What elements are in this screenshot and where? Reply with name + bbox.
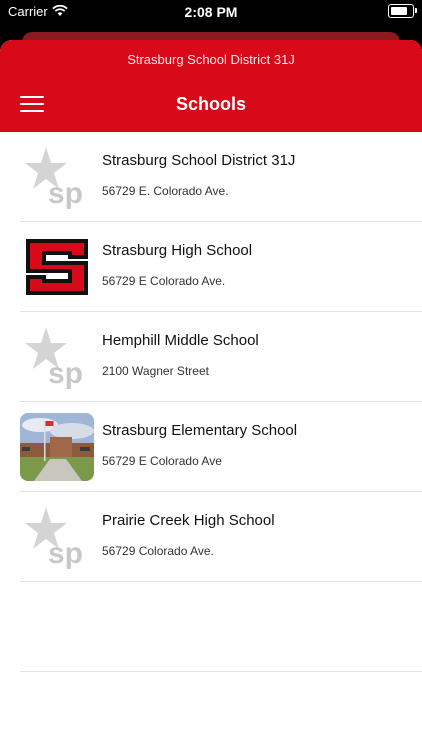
clock: 2:08 PM [184,4,238,20]
header: Strasburg School District 31J Schools [0,40,422,132]
list-item[interactable]: Strasburg Elementary School 56729 E Colo… [20,402,422,492]
school-name: Strasburg High School [102,242,253,259]
school-address: 2100 Wagner Street [102,364,209,378]
svg-text:sp: sp [48,177,83,210]
list-item[interactable]: sp Hemphill Middle School 2100 Wagner St… [20,312,422,402]
list-item[interactable]: Strasburg High School 56729 E Colorado A… [20,222,422,312]
status-bar: Carrier 2:08 PM [0,0,422,24]
school-name: Strasburg Elementary School [102,422,298,439]
school-building-photo [20,413,94,481]
school-address: 56729 E Colorado Ave. [102,274,226,288]
list-item[interactable]: sp Strasburg School District 31J 56729 E… [20,132,422,222]
school-address: 56729 E Colorado Ave [102,454,222,468]
sp-placeholder-icon: sp [20,503,94,571]
page-title: Schools [175,94,246,114]
school-name: Prairie Creek High School [102,512,275,529]
list-item[interactable]: sp Prairie Creek High School 56729 Color… [20,492,422,582]
school-address: 56729 Colorado Ave. [102,544,214,558]
battery-icon [388,4,417,18]
sp-placeholder-icon: sp [20,143,94,211]
sp-placeholder-icon: sp [20,323,94,391]
school-list: sp Strasburg School District 31J 56729 E… [0,132,422,672]
district-subtitle: Strasburg School District 31J [127,52,295,67]
school-name: Hemphill Middle School [102,332,259,349]
school-address: 56729 E. Colorado Ave. [102,184,229,198]
school-name: Strasburg School District 31J [102,152,296,169]
svg-text:sp: sp [48,537,83,570]
s-logo-icon [20,233,94,301]
svg-text:sp: sp [48,357,83,390]
schools-sheet: Strasburg School District 31J Schools sp… [0,40,422,750]
empty-list-row [20,582,422,672]
